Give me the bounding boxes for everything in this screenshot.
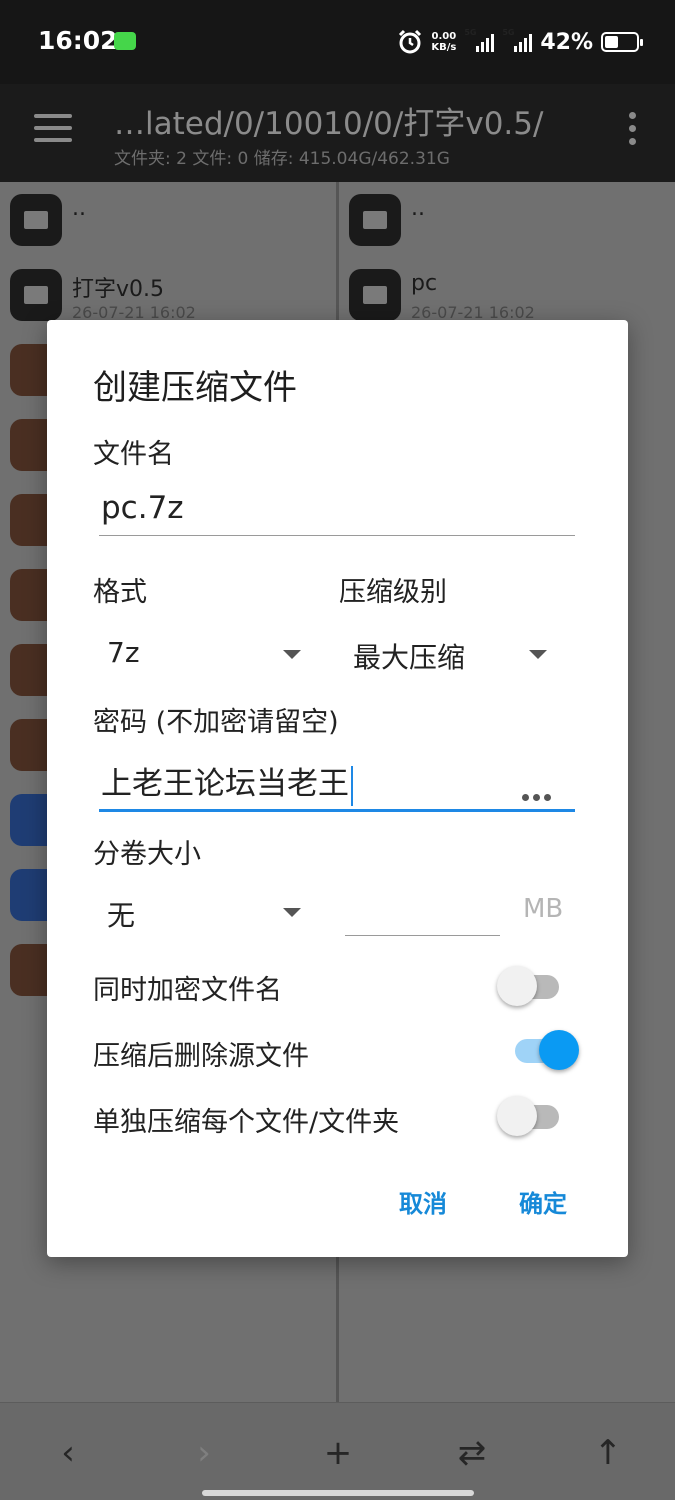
forward-icon[interactable]: › [184, 1433, 224, 1473]
home-indicator[interactable] [202, 1490, 474, 1496]
status-bar: 16:02 0.00 KB/s 5G 5G 42% [0, 0, 675, 84]
delete-source-toggle[interactable] [509, 1028, 579, 1072]
volume-select[interactable]: 无 [93, 886, 309, 936]
status-time: 16:02 [38, 26, 118, 55]
toggle-label: 压缩后删除源文件 [93, 1041, 309, 1072]
compression-level-label: 压缩级别 [339, 577, 447, 608]
password-label: 密码 (不加密请留空) [93, 707, 339, 738]
folder-icon [349, 194, 401, 246]
list-item[interactable]: .. [339, 182, 675, 257]
more-options-icon[interactable] [629, 112, 637, 151]
storage-info: 文件夹: 2 文件: 0 储存: 415.04G/462.31G [114, 149, 450, 169]
list-item[interactable]: .. [0, 182, 336, 257]
up-arrow-icon[interactable]: ↑ [588, 1433, 628, 1473]
app-toolbar: …lated/0/10010/0/打字v0.5/ 文件夹: 2 文件: 0 储存… [0, 84, 675, 182]
dropdown-arrow-icon [283, 908, 301, 917]
app-badge-icon [114, 32, 136, 50]
signal-icon: 5G [464, 28, 495, 52]
format-label: 格式 [93, 577, 147, 608]
password-value: 上老王论坛当老王 [101, 758, 353, 806]
password-input[interactable]: 上老王论坛当老王 [99, 752, 575, 812]
dropdown-arrow-icon [283, 650, 301, 659]
toggle-label: 同时加密文件名 [93, 975, 282, 1006]
battery-icon [601, 32, 643, 52]
menu-icon[interactable] [34, 114, 72, 144]
ok-button[interactable]: 确定 [519, 1184, 567, 1219]
bottom-action-bar: ‹ › + ⇄ ↑ [0, 1402, 675, 1500]
battery-percent: 42% [540, 29, 593, 55]
folder-icon [349, 269, 401, 321]
compress-separately-toggle[interactable] [497, 1094, 567, 1138]
dropdown-arrow-icon [529, 650, 547, 659]
folder-icon [10, 194, 62, 246]
show-password-icon[interactable] [522, 794, 552, 802]
status-icons: 0.00 KB/s 5G 5G 42% [397, 24, 643, 60]
cancel-button[interactable]: 取消 [399, 1184, 447, 1219]
back-icon[interactable]: ‹ [48, 1433, 88, 1473]
volume-size-input[interactable] [345, 886, 500, 936]
compression-level-select[interactable]: 最大压缩 [339, 628, 569, 678]
current-path: …lated/0/10010/0/打字v0.5/ [114, 106, 544, 142]
create-archive-dialog: 创建压缩文件 文件名 pc.7z 格式 压缩级别 7z 最大压缩 密码 (不加密… [47, 320, 628, 1257]
encrypt-filenames-toggle[interactable] [497, 964, 567, 1008]
filename-label: 文件名 [93, 439, 174, 470]
volume-size-label: 分卷大小 [93, 839, 201, 870]
toggle-label: 单独压缩每个文件/文件夹 [93, 1107, 400, 1138]
dialog-title: 创建压缩文件 [93, 368, 297, 408]
network-speed: 0.00 KB/s [431, 31, 457, 53]
swap-icon[interactable]: ⇄ [452, 1433, 492, 1473]
format-select[interactable]: 7z [93, 628, 309, 678]
alarm-clock-icon [399, 29, 422, 54]
signal-icon: 5G [502, 28, 533, 52]
filename-input[interactable]: pc.7z [99, 488, 575, 536]
volume-unit: MB [523, 894, 564, 924]
folder-icon [10, 269, 62, 321]
add-icon[interactable]: + [318, 1433, 358, 1473]
